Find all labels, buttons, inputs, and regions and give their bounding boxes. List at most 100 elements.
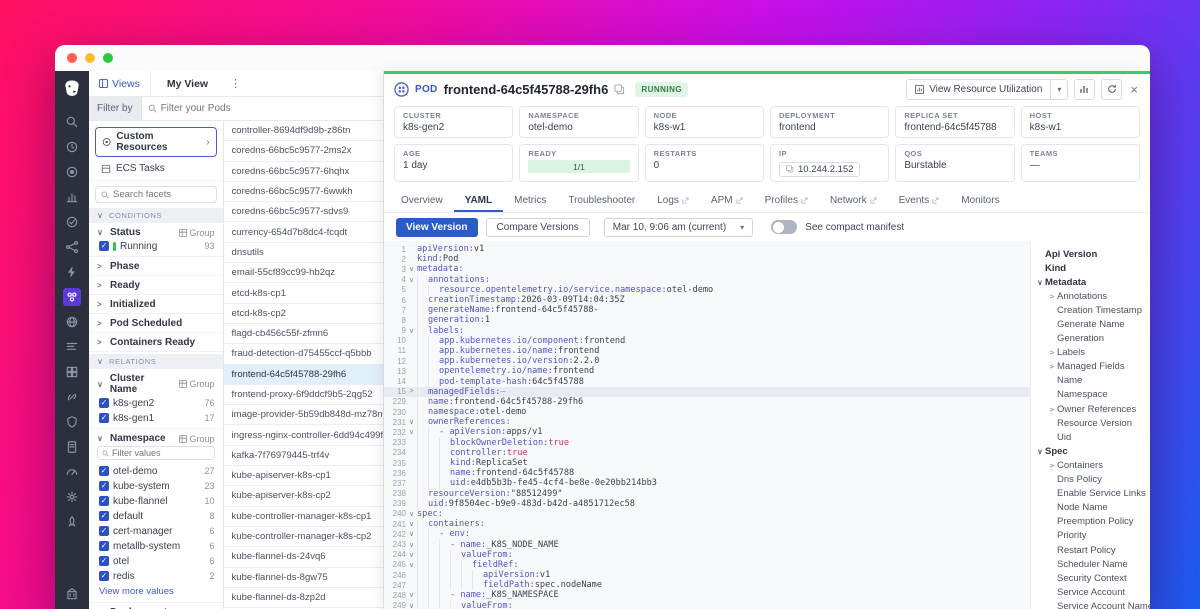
- fold-open-icon[interactable]: ∨: [406, 428, 417, 436]
- integrations-icon[interactable]: [63, 388, 81, 406]
- checkbox-checked[interactable]: ✓: [99, 541, 109, 551]
- tab-monitors[interactable]: Monitors: [950, 190, 1010, 212]
- outline-item-dns-policy[interactable]: Dns Policy: [1031, 473, 1150, 487]
- outline-item-spec[interactable]: ∨Spec: [1031, 444, 1150, 458]
- fold-open-icon[interactable]: ∨: [406, 561, 417, 569]
- pod-list-item[interactable]: coredns-66bc5c9577-6wwkh: [224, 182, 383, 202]
- pod-list-item[interactable]: coredns-66bc5c9577-sdvs9: [224, 202, 383, 222]
- maximize-window-button[interactable]: [103, 53, 113, 63]
- kebab-menu-icon[interactable]: ⋮: [224, 77, 247, 90]
- outline-item-containers[interactable]: >Containers: [1031, 458, 1150, 472]
- pod-list-item[interactable]: image-provider-5b59db848d-mz78n: [224, 405, 383, 425]
- pod-list-item[interactable]: etcd-k8s-cp2: [224, 304, 383, 324]
- outline-item-api-version[interactable]: Api Version: [1031, 247, 1150, 261]
- facet-value-row[interactable]: ✓redis2: [97, 568, 215, 583]
- fold-open-icon[interactable]: ∨: [406, 276, 417, 284]
- outline-item-metadata[interactable]: ∨Metadata: [1031, 275, 1150, 289]
- notebooks-icon[interactable]: [63, 438, 81, 456]
- security-icon[interactable]: [63, 413, 81, 431]
- pod-list-item[interactable]: controller-8694df9d9b-z86tn: [224, 121, 383, 141]
- outline-item-kind[interactable]: Kind: [1031, 261, 1150, 275]
- fold-open-icon[interactable]: ∨: [406, 551, 417, 559]
- facet-value-row[interactable]: ✓k8s-gen276: [97, 395, 215, 410]
- outline-item-uid[interactable]: Uid: [1031, 430, 1150, 444]
- chevron-right-icon[interactable]: >: [1047, 362, 1057, 371]
- pod-list-item[interactable]: kube-apiserver-k8s-cp2: [224, 486, 383, 506]
- ci-icon[interactable]: [63, 513, 81, 531]
- view-resource-utilization-button[interactable]: View Resource Utilization ▾: [906, 79, 1068, 100]
- chevron-right-icon[interactable]: >: [1047, 292, 1057, 301]
- pod-list-item[interactable]: kube-flannel-ds-8gw75: [224, 568, 383, 588]
- pod-list-item[interactable]: frontend-64c5f45788-29fh6: [224, 365, 383, 385]
- fold-open-icon[interactable]: ∨: [406, 510, 417, 518]
- pod-list-item[interactable]: kube-apiserver-k8s-cp1: [224, 466, 383, 486]
- outline-item-enable-service-links[interactable]: Enable Service Links: [1031, 487, 1150, 501]
- apm-icon[interactable]: [63, 238, 81, 256]
- tab-events[interactable]: Events: [888, 190, 951, 212]
- outline-item-service-account-name[interactable]: Service Account Name: [1031, 599, 1150, 609]
- processes-icon[interactable]: [63, 363, 81, 381]
- network-icon[interactable]: [63, 338, 81, 356]
- checkbox-checked[interactable]: ✓: [99, 571, 109, 581]
- facet-header[interactable]: ∨NamespaceGroup: [97, 433, 215, 444]
- pod-list-item[interactable]: fraud-detection-d75455ccf-q5bbb: [224, 344, 383, 364]
- checkbox-checked[interactable]: ✓: [99, 481, 109, 491]
- history-icon[interactable]: [63, 138, 81, 156]
- infrastructure-icon[interactable]: [63, 288, 81, 306]
- pod-list-item[interactable]: kafka-7f76979445-trf4v: [224, 446, 383, 466]
- filter-by-chip[interactable]: Filter by: [89, 97, 142, 120]
- facet-header[interactable]: >Containers Ready: [97, 337, 215, 348]
- tab-logs[interactable]: Logs: [646, 190, 700, 212]
- facet-value-row[interactable]: ✓otel-demo27: [97, 463, 215, 478]
- tab-overview[interactable]: Overview: [390, 190, 454, 212]
- facet-value-row[interactable]: ✓kube-system23: [97, 478, 215, 493]
- close-icon[interactable]: ×: [1128, 82, 1140, 97]
- facet-header[interactable]: >Pod Scheduled: [97, 318, 215, 329]
- copy-icon[interactable]: [614, 84, 625, 95]
- settings-icon[interactable]: [63, 488, 81, 506]
- outline-item-managed-fields[interactable]: >Managed Fields: [1031, 360, 1150, 374]
- tab-profiles[interactable]: Profiles: [754, 190, 819, 212]
- facet-header[interactable]: ∨Cluster NameGroup: [97, 373, 215, 395]
- tab-my-view[interactable]: My View: [151, 71, 224, 96]
- close-window-button[interactable]: [67, 53, 77, 63]
- metrics-icon[interactable]: [63, 188, 81, 206]
- chevron-down-icon[interactable]: ∨: [1035, 278, 1045, 287]
- pod-list-item[interactable]: kube-controller-manager-k8s-cp2: [224, 527, 383, 547]
- pod-list-item[interactable]: etcd-k8s-cp1: [224, 283, 383, 303]
- pod-list-item[interactable]: dnsutils: [224, 243, 383, 263]
- group-toggle[interactable]: Group: [179, 434, 215, 444]
- view-version-button[interactable]: View Version: [396, 218, 478, 237]
- outline-item-node-name[interactable]: Node Name: [1031, 501, 1150, 515]
- pod-list-item[interactable]: frontend-proxy-6f9ddcf9b5-2qg52: [224, 385, 383, 405]
- ip-value-pill[interactable]: 10.244.2.152: [779, 162, 860, 177]
- facet-value-row[interactable]: ✓default8: [97, 508, 215, 523]
- outline-item-name[interactable]: Name: [1031, 374, 1150, 388]
- fold-open-icon[interactable]: ∨: [406, 530, 417, 538]
- checkbox-checked[interactable]: ✓: [99, 511, 109, 521]
- version-select[interactable]: Mar 10, 9:06 am (current) ▾: [604, 218, 753, 237]
- checkbox-checked[interactable]: ✓: [99, 496, 109, 506]
- facet-value-row[interactable]: ✓k8s-gen117: [97, 410, 215, 425]
- fold-open-icon[interactable]: ∨: [406, 602, 417, 609]
- outline-item-creation-timestamp[interactable]: Creation Timestamp: [1031, 303, 1150, 317]
- view-more-values-link[interactable]: View more values: [97, 583, 215, 599]
- fold-open-icon[interactable]: ∨: [406, 520, 417, 528]
- group-toggle[interactable]: Group: [179, 228, 215, 238]
- outline-item-restart-policy[interactable]: Restart Policy: [1031, 543, 1150, 557]
- outline-item-preemption-policy[interactable]: Preemption Policy: [1031, 515, 1150, 529]
- tab-network[interactable]: Network: [819, 190, 888, 212]
- tab-apm[interactable]: APM: [700, 190, 754, 212]
- outline-item-labels[interactable]: >Labels: [1031, 346, 1150, 360]
- chevron-right-icon[interactable]: >: [1047, 348, 1057, 357]
- chevron-right-icon[interactable]: >: [1047, 461, 1057, 470]
- facet-header[interactable]: >Phase: [97, 261, 215, 272]
- compact-manifest-toggle[interactable]: [771, 220, 797, 234]
- outline-item-service-account[interactable]: Service Account: [1031, 585, 1150, 599]
- sidebar-item-custom-resources[interactable]: Custom Resources ›: [95, 127, 217, 157]
- facet-value-row[interactable]: ✓otel6: [97, 553, 215, 568]
- facet-header[interactable]: ∨StatusGroup: [97, 227, 215, 238]
- pod-list-item[interactable]: kube-controller-manager-k8s-cp1: [224, 507, 383, 527]
- facet-group-header[interactable]: ∨CONDITIONS: [89, 208, 223, 223]
- outline-item-security-context[interactable]: Security Context: [1031, 571, 1150, 585]
